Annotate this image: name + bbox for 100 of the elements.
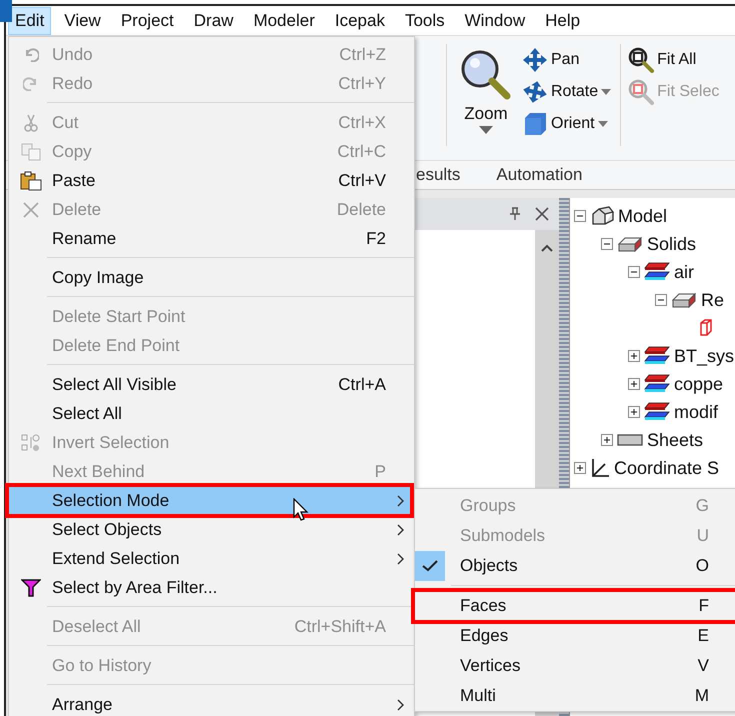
- tree-expander-icon[interactable]: [574, 462, 586, 474]
- tree-expander-icon[interactable]: [628, 406, 640, 418]
- dropdown-caret-icon: [479, 126, 493, 134]
- ribbon-tool-button[interactable]: Fit All: [627, 46, 720, 74]
- pin-icon[interactable]: [509, 207, 521, 221]
- menu-item[interactable]: Select All Visible Ctrl+A: [9, 370, 414, 399]
- menu-item-label: Select All: [52, 404, 122, 424]
- tree-expander-icon[interactable]: [628, 266, 640, 278]
- menu-item-label: Rename: [52, 228, 116, 248]
- menu-item-label: Paste: [52, 170, 96, 190]
- shortcut-label: V: [698, 656, 709, 676]
- face-icon: [698, 318, 714, 338]
- dropdown-caret-icon: [598, 121, 608, 127]
- menu-item-label: Delete End Point: [52, 336, 180, 356]
- menu-item-label: Multi: [460, 686, 496, 706]
- menu-item-label: Undo: [52, 44, 93, 64]
- tree-item[interactable]: Sheets: [647, 430, 704, 450]
- ribbon-tool-button[interactable]: Pan: [521, 46, 612, 74]
- shortcut-label: Ctrl+Shift+A: [294, 616, 386, 636]
- menu-item-label: Cut: [52, 112, 78, 132]
- menu-item-label: Arrange: [52, 694, 112, 714]
- shortcut-label: F: [698, 596, 709, 616]
- ribbon-tab[interactable]: Automation: [496, 165, 582, 185]
- tree-item[interactable]: Re: [701, 290, 724, 310]
- shortcut-label: M: [694, 686, 709, 706]
- menu-bar-item[interactable]: View: [57, 6, 108, 34]
- delete-icon: [22, 202, 38, 218]
- shortcut-label: O: [696, 556, 709, 576]
- menu-bar-item[interactable]: Edit: [8, 6, 52, 34]
- menu-item-label: Faces: [460, 596, 506, 616]
- menu-item[interactable]: Edges E: [415, 621, 735, 651]
- scroll-up-icon[interactable]: [541, 244, 553, 252]
- shortcut-label: Ctrl+C: [337, 142, 386, 162]
- tree-item[interactable]: Solids: [647, 234, 696, 254]
- invert-selection-icon: [20, 434, 40, 452]
- menu-item-label: Delete Start Point: [52, 306, 186, 326]
- tree-expander-icon[interactable]: [628, 350, 640, 362]
- shortcut-label: Ctrl+A: [338, 374, 386, 394]
- shortcut-label: Ctrl+X: [338, 112, 386, 132]
- menu-item-label: Copy Image: [52, 268, 144, 288]
- menu-item-label: Delete: [52, 200, 102, 220]
- shortcut-label: F2: [366, 228, 386, 248]
- tree-item[interactable]: modif: [674, 402, 718, 422]
- menu-item-label: Go to History: [52, 656, 152, 676]
- tree-item[interactable]: Coordinate S: [614, 458, 720, 478]
- rotated-arrows-icon: [522, 79, 548, 105]
- menu-item-label: Copy: [52, 142, 92, 162]
- menu-item[interactable]: Multi M: [415, 681, 735, 711]
- menu-item[interactable]: Objects O: [415, 551, 735, 581]
- magnifier-icon: [628, 79, 654, 105]
- menu-item-label: Select Objects: [52, 520, 162, 540]
- menu-bar-item[interactable]: Icepak: [328, 6, 392, 34]
- layers-icon: [644, 346, 670, 366]
- menu-item-label: Selection Mode: [52, 490, 170, 510]
- menu-bar-item[interactable]: Draw: [186, 6, 240, 34]
- tree-expander-icon[interactable]: [601, 238, 613, 250]
- menu-bar-item[interactable]: Tools: [398, 6, 452, 34]
- dropdown-caret-icon: [601, 89, 612, 95]
- menu-item[interactable]: Faces F: [415, 591, 735, 621]
- box-icon: [671, 291, 697, 309]
- menu-item[interactable]: Copy Image: [9, 263, 414, 292]
- tree-item[interactable]: coppe: [674, 374, 724, 394]
- menu-item[interactable]: Rename F2: [9, 224, 414, 253]
- menu-item-label: Edges: [460, 626, 508, 646]
- tree-item[interactable]: air: [674, 262, 694, 282]
- menu-item[interactable]: Extend Selection: [9, 544, 414, 573]
- layers-icon: [644, 374, 670, 394]
- copy-icon: [20, 142, 40, 160]
- ribbon-tool-button[interactable]: Orient: [521, 110, 612, 138]
- menu-item[interactable]: Paste Ctrl+V: [9, 166, 414, 195]
- menu-bar-item[interactable]: Modeler: [246, 6, 322, 34]
- menu-item[interactable]: Select All: [9, 399, 414, 428]
- menu-item[interactable]: Arrange: [9, 690, 414, 716]
- menu-item[interactable]: Select Objects: [9, 515, 414, 544]
- menu-bar-item[interactable]: Window: [458, 6, 532, 34]
- shortcut-label: G: [696, 496, 709, 516]
- cube-icon: [522, 111, 548, 137]
- zoom-button[interactable]: Zoom: [455, 44, 517, 146]
- menu-item-label: Deselect All: [52, 616, 141, 636]
- tree-item[interactable]: Model: [618, 206, 668, 226]
- shortcut-label: Ctrl+Y: [338, 74, 386, 94]
- menu-item-label: Next Behind: [52, 462, 145, 482]
- menu-item[interactable]: Select by Area Filter...: [9, 573, 414, 602]
- menu-item[interactable]: Vertices V: [415, 651, 735, 681]
- close-icon[interactable]: [535, 207, 549, 221]
- ribbon-tool-button[interactable]: Rotate: [521, 78, 612, 106]
- menu-item-label: Redo: [52, 74, 93, 94]
- tree-expander-icon[interactable]: [655, 294, 667, 306]
- tree-expander-icon[interactable]: [628, 378, 640, 390]
- pointer-cursor-icon: [293, 498, 309, 522]
- menu-item-label: Select by Area Filter...: [52, 578, 218, 598]
- menu-bar-item[interactable]: Project: [114, 6, 181, 34]
- box-icon: [617, 235, 643, 253]
- tree-item[interactable]: BT_sys: [674, 346, 734, 366]
- ribbon-tab[interactable]: esults: [416, 165, 460, 185]
- tree-expander-icon[interactable]: [574, 210, 586, 222]
- tree-expander-icon[interactable]: [601, 434, 613, 446]
- menu-bar-item[interactable]: Help: [538, 6, 588, 34]
- shortcut-label: Ctrl+V: [338, 170, 386, 190]
- shortcut-label: U: [696, 526, 709, 546]
